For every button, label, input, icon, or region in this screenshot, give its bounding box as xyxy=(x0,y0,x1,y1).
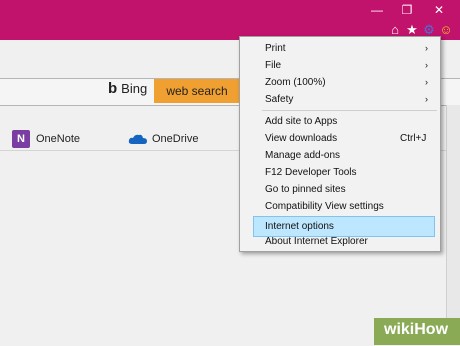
tools-menu: Print › File › Zoom (100%) › Safety › Ad… xyxy=(239,36,441,252)
onenote-icon: N xyxy=(12,130,30,149)
menu-item-internet-options[interactable]: Internet options xyxy=(253,216,435,237)
title-bar: — ❐ ✕ ⌂ ★ ⚙ ☺ xyxy=(0,0,460,40)
bing-logo: b Bing xyxy=(108,80,147,102)
minimize-button[interactable]: — xyxy=(366,2,388,18)
onenote-label: OneNote xyxy=(36,133,81,145)
onedrive-cloud-icon xyxy=(128,134,147,145)
menu-separator xyxy=(262,110,437,111)
web-search-button[interactable]: web search xyxy=(154,79,240,103)
chevron-right-icon: › xyxy=(425,94,428,104)
quick-link-onedrive[interactable]: OneDrive xyxy=(128,128,198,150)
menu-item-compatibility-view-settings[interactable]: Compatibility View settings xyxy=(240,197,440,216)
bing-label: Bing xyxy=(121,81,148,96)
menu-item-about-internet-explorer[interactable]: About Internet Explorer xyxy=(240,237,440,246)
close-button[interactable]: ✕ xyxy=(428,2,450,18)
quick-link-onenote[interactable]: N OneNote xyxy=(12,128,80,150)
vertical-scrollbar[interactable] xyxy=(446,105,460,345)
bing-b-icon: b xyxy=(108,80,118,97)
watermark-text: wikiHow xyxy=(384,321,449,338)
menu-item-safety[interactable]: Safety › xyxy=(240,90,440,109)
onedrive-label: OneDrive xyxy=(152,133,199,145)
restore-button[interactable]: ❐ xyxy=(396,2,418,18)
